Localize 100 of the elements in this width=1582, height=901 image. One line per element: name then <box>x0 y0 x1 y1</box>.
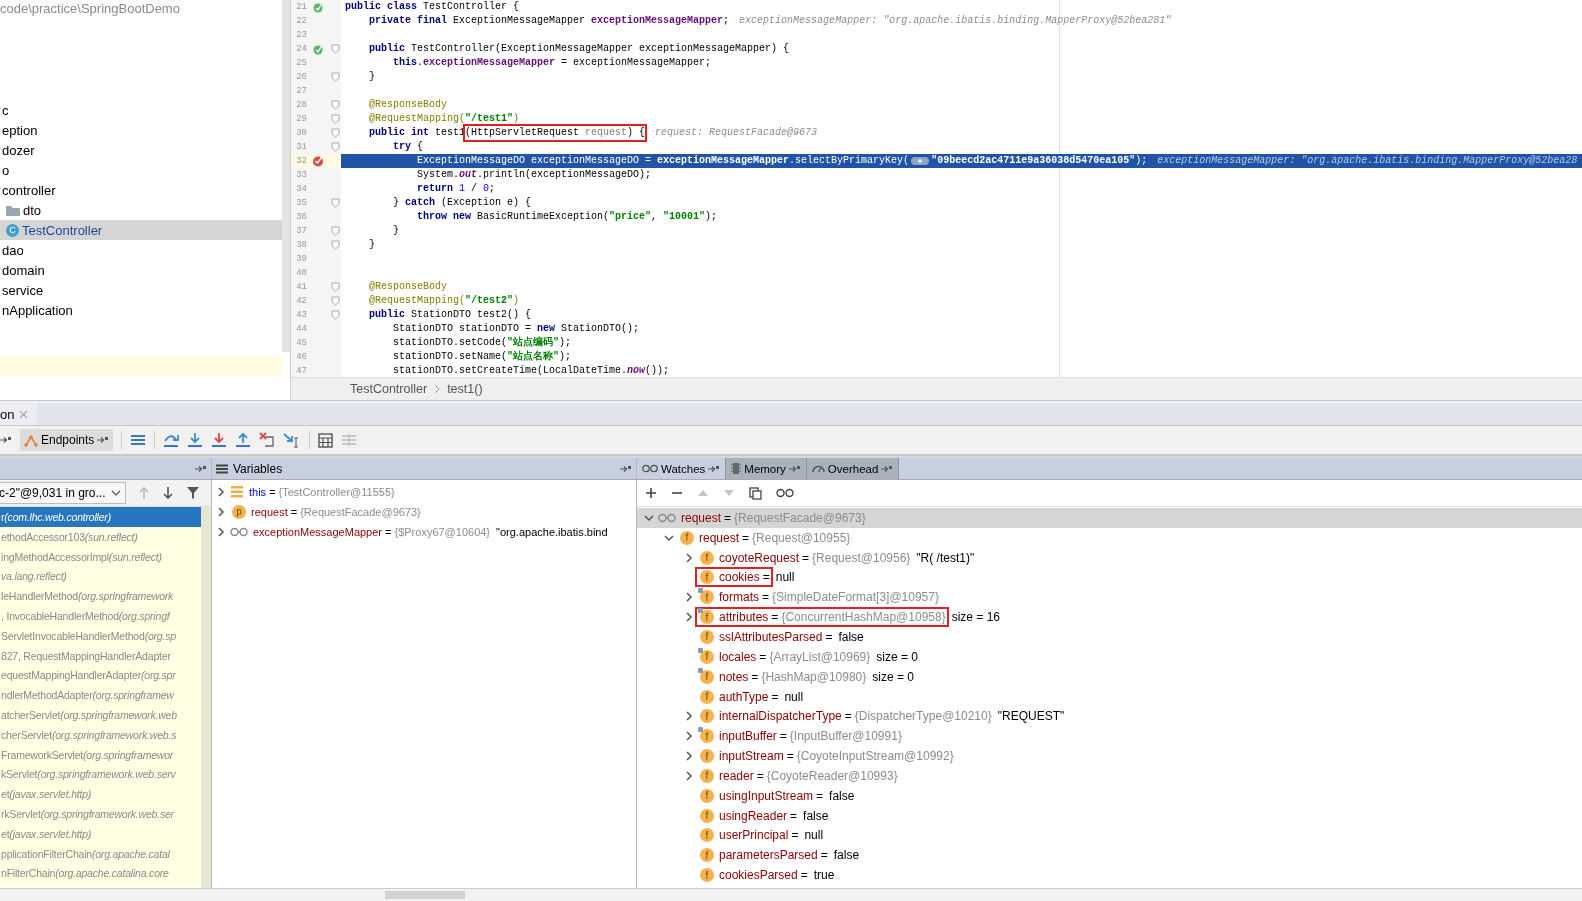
panel-tab[interactable]: Memory <box>726 458 807 479</box>
field-icon: f <box>700 749 714 764</box>
stack-frame[interactable]: ndlerMethodAdapter(org.springframew <box>0 685 201 705</box>
frames-list-icon[interactable] <box>130 433 147 447</box>
code-text: test1 <box>434 126 466 140</box>
scrollbar[interactable] <box>201 507 211 888</box>
keyword-text: public <box>368 42 405 56</box>
scrollbar[interactable] <box>282 0 290 352</box>
tab-label[interactable]: on <box>0 406 15 422</box>
drop-frame-icon[interactable] <box>259 432 276 448</box>
bean-icon[interactable] <box>312 1 324 13</box>
step-into-icon[interactable] <box>187 432 204 448</box>
number-literal: 1 <box>458 182 466 196</box>
fold-marker-icon[interactable] <box>330 142 340 152</box>
fold-marker-icon[interactable] <box>330 114 340 124</box>
copy-icon[interactable] <box>749 486 762 500</box>
pin-icon <box>881 464 894 473</box>
step-out-icon[interactable] <box>235 432 252 448</box>
fold-marker-icon[interactable] <box>330 128 340 138</box>
variable-name: sslAttributesParsed <box>719 630 823 644</box>
stack-frame[interactable]: cherServlet(org.springframework.web.s <box>0 724 201 745</box>
tree-item[interactable]: controller <box>2 182 56 198</box>
line-number: 32 <box>295 156 307 166</box>
code-text: System. <box>416 168 460 182</box>
stack-frame[interactable]: nFilterChain(org.apache.catalina.core <box>0 863 201 884</box>
tree-item[interactable]: TestController <box>22 222 103 238</box>
debug-tab[interactable]: on <box>0 403 38 425</box>
stack-frame[interactable]: , InvocableHandlerMethod(org.springf <box>0 606 201 626</box>
calculator-icon[interactable] <box>318 432 334 448</box>
stack-frame[interactable]: ethodAccessor103(sun.reflect) <box>0 526 201 547</box>
stack-frame[interactable]: r(com.lhc.web.controller) <box>0 507 201 527</box>
tree-item[interactable]: nApplication <box>2 302 73 318</box>
tree-item[interactable]: service <box>2 282 44 298</box>
stack-frame[interactable]: pplicationFilterChain(org.apache.catal <box>0 843 201 864</box>
fold-marker-icon[interactable] <box>330 100 340 110</box>
down-arrow-icon[interactable] <box>162 486 174 500</box>
variable-name: parametersParsed <box>719 848 818 863</box>
variable-name: inputBuffer <box>719 729 777 744</box>
field-icon: f <box>700 550 714 565</box>
pin-icon[interactable] <box>0 436 12 444</box>
variable-name: reader <box>719 768 754 783</box>
force-step-into-icon[interactable] <box>211 432 228 448</box>
fold-marker-icon[interactable] <box>330 310 340 320</box>
glasses-icon[interactable] <box>776 488 794 498</box>
gauge-icon <box>811 464 825 473</box>
scrollbar[interactable] <box>385 891 465 899</box>
stack-frame[interactable]: kServlet(org.springframework.web.serv <box>0 764 201 785</box>
breakpoint-icon[interactable] <box>312 155 324 167</box>
stack-frame[interactable]: FrameworkServlet(org.springframewor <box>0 744 201 765</box>
field-icon: p <box>232 504 246 519</box>
code-text: stationDTO.setName( <box>392 350 508 364</box>
fold-marker-icon[interactable] <box>330 72 340 82</box>
string-literal: "09beecd2ac4711e9a36038d5470ea105" <box>931 154 1136 168</box>
pin-icon[interactable] <box>620 464 632 473</box>
stack-frame[interactable]: et(javax.servlet.http) <box>0 784 201 804</box>
bean-icon[interactable] <box>312 43 324 55</box>
tree-item[interactable]: eption <box>2 122 38 138</box>
fold-marker-icon[interactable] <box>330 282 340 292</box>
variable-name: authType <box>719 689 769 704</box>
keyword-text: catch <box>405 196 436 210</box>
fold-marker-icon[interactable] <box>330 44 340 54</box>
string-literal: "/test1" <box>465 112 514 126</box>
line-number: 36 <box>295 212 307 222</box>
stack-frame[interactable]: 827, RequestMappingHandlerAdapter <box>0 645 201 666</box>
stack-frame[interactable]: equestMappingHandlerAdapter(org.spr <box>0 665 201 686</box>
tree-item[interactable]: dto <box>23 202 42 218</box>
tree-item[interactable]: domain <box>2 262 45 278</box>
fold-marker-icon[interactable] <box>330 296 340 306</box>
add-icon[interactable] <box>645 487 657 499</box>
fold-marker-icon[interactable] <box>330 226 340 236</box>
tree-item[interactable]: dao <box>2 242 24 258</box>
code-text: { <box>416 140 424 154</box>
field-text: exceptionMessageMapper <box>591 14 724 28</box>
stack-frame[interactable]: ingMethodAccessorImpl(sun.reflect) <box>0 546 201 567</box>
breadcrumb-item[interactable]: TestController <box>350 382 428 396</box>
pin-icon <box>97 436 110 444</box>
value-text: false <box>803 808 829 823</box>
tree-item[interactable]: c <box>2 102 9 118</box>
tree-item[interactable]: o <box>2 162 10 178</box>
panel-tab[interactable]: Overhead <box>806 458 900 479</box>
chevron-icon <box>433 384 442 394</box>
fold-marker-icon[interactable] <box>330 198 340 208</box>
filter-icon[interactable] <box>186 486 200 500</box>
step-over-icon[interactable] <box>163 432 180 448</box>
stack-frame[interactable]: va.lang.reflect) <box>0 566 201 587</box>
stack-frame[interactable]: leHandlerMethod(org.springframework <box>0 586 201 606</box>
tree-item[interactable]: dozer <box>2 142 35 158</box>
pin-icon[interactable] <box>195 464 207 473</box>
line-number: 47 <box>295 366 307 376</box>
breadcrumb-item[interactable]: test1() <box>447 382 483 396</box>
string-literal: "/test2" <box>465 294 514 308</box>
fold-marker-icon[interactable] <box>330 240 340 250</box>
keyword-text: return <box>416 182 454 196</box>
stack-frame[interactable]: rkServlet(org.springframework.web.ser <box>0 803 201 824</box>
stack-frame[interactable]: et(javax.servlet.http) <box>0 823 201 844</box>
endpoints-button[interactable]: Endpoints <box>20 429 114 451</box>
static-field-text: now <box>627 364 646 377</box>
thread-dropdown[interactable]: c-2"@9,031 in gro... <box>0 482 126 504</box>
stack-frame[interactable]: atcherServlet(org.springframework.web <box>0 704 201 725</box>
stack-frame[interactable]: ServletInvocableHandlerMethod(org.sp <box>0 625 201 646</box>
